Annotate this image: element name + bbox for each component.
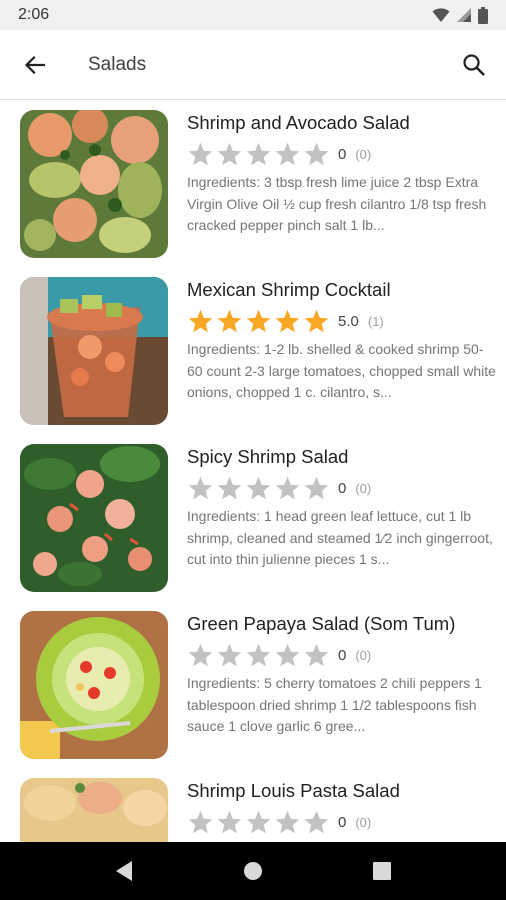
recipe-title: Mexican Shrimp Cocktail [187,279,391,300]
rating-row: 0 (0) [187,809,497,835]
rating-value: 0 [338,479,347,497]
star-empty-icon [246,476,271,500]
rating-count: (0) [355,814,372,830]
rating-value: 0 [338,646,347,664]
recipe-item[interactable]: Shrimp Louis Pasta Salad 0 (0) [0,768,506,842]
recipe-title: Shrimp Louis Pasta Salad [187,780,400,801]
star-rating [187,308,330,334]
star-empty-icon [275,810,300,834]
star-empty-icon [217,810,242,834]
star-empty-icon [246,810,271,834]
star-empty-icon [246,643,271,667]
star-filled-icon [304,309,329,333]
star-empty-icon [304,643,329,667]
rating-value: 0 [338,813,347,831]
rating-count: (0) [355,146,372,162]
star-empty-icon [304,476,329,500]
back-button[interactable] [0,30,70,100]
page-title: Salads [88,53,147,75]
recipe-thumbnail [20,444,168,592]
rating-count: (0) [355,480,372,496]
rating-value: 5.0 [338,312,359,330]
star-empty-icon [188,142,213,166]
recipe-item[interactable]: Green Papaya Salad (Som Tum) 0 (0) Ingre… [0,601,506,768]
star-rating [187,141,330,167]
star-empty-icon [188,810,213,834]
app-bar: Salads [0,30,506,100]
nav-recents-button[interactable] [352,842,412,900]
rating-count: (0) [355,647,372,663]
recipe-thumbnail [20,110,168,258]
recipe-item[interactable]: Shrimp and Avocado Salad 0 (0) Ingredien… [0,100,506,267]
nav-home-icon [243,862,262,880]
status-time: 2:06 [18,6,50,23]
recipe-thumbnail [20,611,168,759]
star-filled-icon [217,309,242,333]
recipe-ingredients: Ingredients: 5 cherry tomatoes 2 chili p… [187,675,482,734]
nav-back-icon [116,861,133,881]
recipe-title: Green Papaya Salad (Som Tum) [187,613,456,634]
nav-back-button[interactable] [94,842,154,900]
star-empty-icon [217,142,242,166]
search-icon [463,53,485,76]
star-filled-icon [188,309,213,333]
star-rating [187,475,330,501]
recipe-thumbnail [20,277,168,425]
rating-count: (1) [367,313,384,329]
nav-recents-icon [372,862,391,880]
star-empty-icon [217,643,242,667]
star-rating [187,642,330,668]
status-bar: 2:06 [0,0,506,30]
recipe-ingredients: Ingredients: 3 tbsp fresh lime juice 2 t… [187,174,487,233]
wifi-icon [432,8,450,22]
star-empty-icon [246,142,271,166]
star-empty-icon [217,476,242,500]
recipe-item[interactable]: Mexican Shrimp Cocktail 5.0 (1) Ingredie… [0,267,506,434]
rating-row: 0 (0) [187,141,497,167]
star-rating [187,809,330,835]
recipe-thumbnail [20,778,168,842]
recipe-title: Spicy Shrimp Salad [187,446,349,467]
star-empty-icon [304,142,329,166]
star-filled-icon [246,309,271,333]
recipe-list[interactable]: Shrimp and Avocado Salad 0 (0) Ingredien… [0,100,506,842]
rating-row: 0 (0) [187,642,497,668]
arrow-back-icon [24,55,46,74]
recipe-item[interactable]: Spicy Shrimp Salad 0 (0) Ingredients: 1 … [0,434,506,601]
search-button[interactable] [442,30,506,100]
star-empty-icon [275,142,300,166]
rating-value: 0 [338,145,347,163]
star-empty-icon [275,643,300,667]
rating-row: 5.0 (1) [187,308,497,334]
star-filled-icon [275,309,300,333]
recipe-title: Shrimp and Avocado Salad [187,112,410,133]
recipe-ingredients: Ingredients: 1 head green leaf lettuce, … [187,508,493,567]
signal-icon [457,8,471,22]
star-empty-icon [304,810,329,834]
star-empty-icon [275,476,300,500]
battery-icon [478,6,488,24]
rating-row: 0 (0) [187,475,497,501]
system-nav-bar [0,842,506,900]
recipe-ingredients: Ingredients: 1-2 lb. shelled & cooked sh… [187,341,496,400]
star-empty-icon [188,476,213,500]
star-empty-icon [188,643,213,667]
nav-home-button[interactable] [223,842,283,900]
status-icons [432,6,488,24]
